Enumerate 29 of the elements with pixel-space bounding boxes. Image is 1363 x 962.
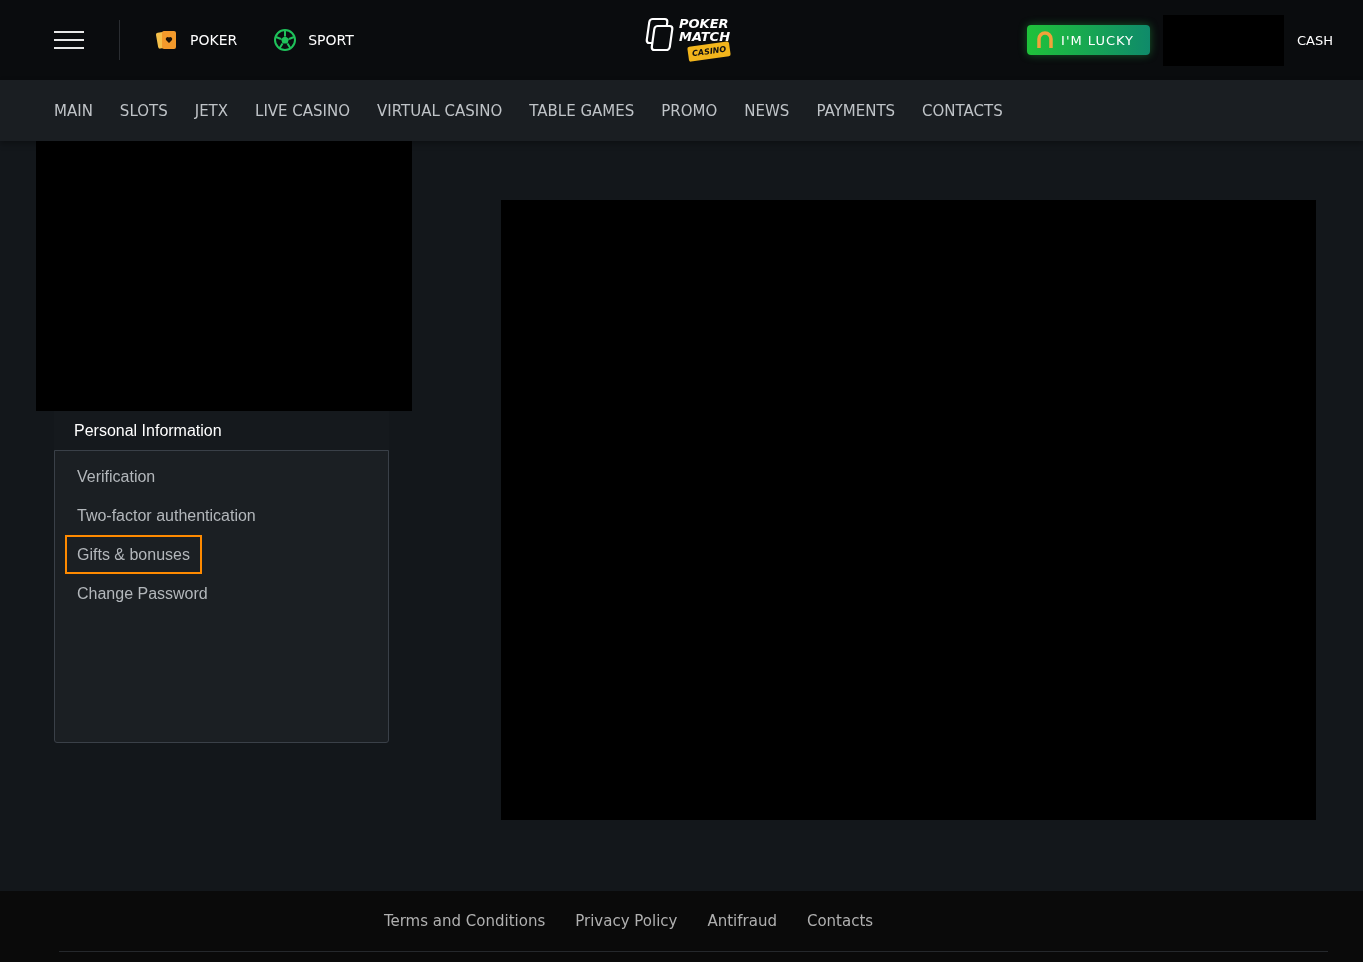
horseshoe-icon — [1035, 30, 1056, 50]
footer-link[interactable]: Contacts — [806, 912, 874, 930]
nav-link[interactable]: SLOTS — [119, 101, 168, 120]
nav-link[interactable]: LIVE CASINO — [255, 101, 351, 120]
soccer-ball-icon — [274, 29, 297, 51]
cash-link[interactable]: CASH — [1297, 32, 1333, 48]
logo-text: MATCH — [679, 30, 731, 43]
nav-link[interactable]: CONTACTS — [922, 101, 1003, 120]
nav-link[interactable]: NEWS — [744, 101, 790, 120]
nav-link[interactable]: TABLE GAMES — [529, 101, 635, 120]
footer-link[interactable]: Terms and Conditions — [383, 912, 546, 930]
logo-badge: CASINO — [686, 41, 731, 62]
nav-link[interactable]: PAYMENTS — [816, 101, 896, 120]
nav-link[interactable]: PROMO — [661, 101, 718, 120]
footer-link[interactable]: Antifraud — [707, 912, 777, 930]
header-link[interactable]: SPORT — [274, 29, 354, 51]
sidebar-item[interactable]: Verification — [65, 457, 168, 496]
nav-link[interactable]: VIRTUAL CASINO — [377, 101, 503, 120]
sidebar-item[interactable]: Two-factor authentication — [65, 496, 268, 535]
sidebar-item[interactable]: Change Password — [65, 574, 220, 613]
logo-cards-icon — [644, 17, 676, 53]
footer-link[interactable]: Privacy Policy — [575, 912, 678, 930]
logo-text: POKER — [679, 17, 730, 30]
nav-link[interactable]: JETX — [194, 101, 229, 120]
header-link[interactable]: POKER — [156, 29, 238, 51]
sidebar-item[interactable]: Gifts & bonuses — [65, 535, 202, 574]
nav-link[interactable]: MAIN — [54, 101, 93, 120]
menu-button[interactable] — [54, 31, 84, 49]
cards-icon — [156, 29, 178, 51]
